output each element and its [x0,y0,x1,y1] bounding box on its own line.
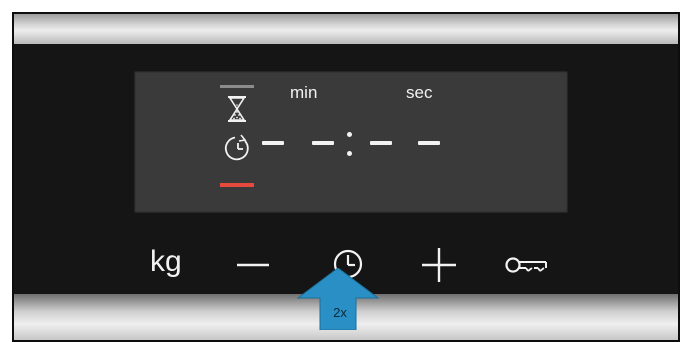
digit-dash [312,141,334,145]
indicator-bar-top [220,85,254,88]
indicator-bar-active [220,183,254,187]
key-lock-icon[interactable] [504,244,550,284]
minus-icon[interactable] [237,244,269,284]
control-panel: min sec kg [14,44,678,294]
press-indicator-arrow [296,268,380,330]
colon-dot [347,132,352,137]
unit-sec-label: sec [406,83,433,102]
weight-key[interactable]: kg [150,242,182,282]
plus-icon[interactable] [422,244,456,284]
function-indicator-column [220,79,254,197]
top-steel-strip [14,14,678,44]
unit-min-label: min [290,83,318,102]
digit-dash [262,141,284,145]
press-count-label: 2x [333,305,347,320]
timer-clock-icon [224,134,249,161]
time-readout [262,123,542,163]
hourglass-icon [228,96,246,122]
digit-dash [370,141,392,145]
digit-dash [418,141,440,145]
display-window: min sec [134,71,568,213]
colon-dot [347,151,352,156]
